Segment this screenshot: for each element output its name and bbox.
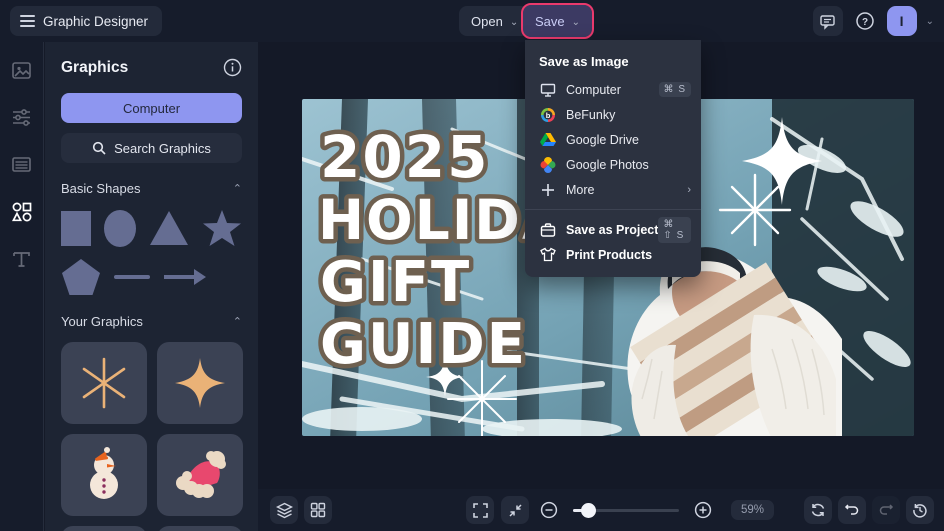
- image-icon: [11, 60, 32, 81]
- svg-text:?: ?: [862, 17, 868, 28]
- tool-rail: [0, 42, 44, 531]
- menu-item-google-drive[interactable]: Google Drive: [525, 127, 701, 152]
- layers-button[interactable]: [270, 496, 298, 524]
- chevron-down-icon: ⌄: [571, 16, 581, 28]
- reset-button[interactable]: [804, 496, 832, 524]
- sidebar-item-templates[interactable]: [11, 154, 32, 175]
- sidebar-item-edit[interactable]: [11, 107, 32, 128]
- chevron-right-icon: ›: [687, 183, 691, 196]
- menu-header: Save as Image: [539, 54, 629, 69]
- graphic-santa-hat[interactable]: [157, 434, 243, 516]
- menu-item-print-products[interactable]: Print Products: [525, 242, 701, 267]
- menu-item-more[interactable]: More ›: [525, 177, 701, 202]
- open-button[interactable]: Open ⌄: [459, 6, 531, 36]
- sliders-icon: [11, 107, 32, 128]
- refresh-icon: [810, 502, 826, 518]
- shape-square[interactable]: [61, 210, 92, 246]
- fullscreen-button[interactable]: [466, 496, 494, 524]
- avatar[interactable]: I: [886, 6, 917, 36]
- shortcut-badge: ⌘ ⇧ S: [658, 216, 691, 243]
- account-chevron-icon[interactable]: ⌄: [926, 16, 934, 27]
- card-lines-icon: [11, 154, 32, 175]
- shape-circle[interactable]: [104, 209, 136, 247]
- graphic-starburst[interactable]: [61, 342, 147, 424]
- tshirt-icon: [539, 246, 556, 263]
- graphic-cocoa-mug[interactable]: [157, 526, 243, 531]
- shape-line[interactable]: [114, 275, 150, 279]
- app-title: Graphic Designer: [43, 13, 149, 29]
- shortcut-badge: ⌘ S: [658, 82, 691, 97]
- zoom-in-button[interactable]: [690, 497, 716, 523]
- comment-icon: [819, 13, 836, 30]
- sidebar-item-image[interactable]: [11, 60, 32, 81]
- redo-button[interactable]: [872, 496, 900, 524]
- menu-item-save-as-project[interactable]: Save as Project ⌘ ⇧ S: [525, 216, 701, 243]
- save-button[interactable]: Save ⌄: [520, 3, 595, 39]
- your-graphics-header[interactable]: Your Graphics ⌃: [61, 314, 242, 329]
- undo-icon: [844, 502, 860, 518]
- shape-triangle[interactable]: [149, 210, 189, 246]
- befunky-icon: b: [539, 106, 556, 123]
- save-dropdown-menu: Save as Image Computer ⌘ S b BeFunky Goo…: [525, 40, 701, 277]
- svg-text:b: b: [545, 111, 550, 120]
- layers-icon: [275, 502, 293, 519]
- menu-item-google-photos[interactable]: Google Photos: [525, 152, 701, 177]
- shape-pentagon[interactable]: [61, 258, 101, 296]
- zoom-out-button[interactable]: [536, 497, 562, 523]
- graphic-designer-app: Graphic Designer Open ⌄ Save ⌄ ? I ⌄ Gra…: [0, 0, 944, 531]
- zoom-slider[interactable]: [573, 502, 679, 518]
- top-bar: Graphic Designer Open ⌄ Save ⌄ ? I ⌄: [0, 0, 944, 42]
- chevron-down-icon: ⌄: [509, 16, 519, 28]
- svg-text:2025: 2025: [320, 123, 489, 191]
- shrink-icon: [508, 503, 523, 518]
- search-icon: [92, 141, 106, 155]
- menu-divider: [525, 209, 701, 210]
- info-icon[interactable]: [223, 58, 242, 77]
- briefcase-icon: [539, 221, 556, 238]
- hamburger-icon: [20, 15, 35, 27]
- pages-button[interactable]: [304, 496, 332, 524]
- feedback-button[interactable]: [812, 6, 843, 36]
- chevron-up-icon: ⌃: [232, 316, 242, 328]
- chevron-up-icon: ⌃: [232, 183, 242, 195]
- expand-icon: [472, 502, 488, 518]
- graphics-panel: Graphics Computer Search Graphics Basic …: [45, 42, 258, 531]
- zoom-level-badge: 59%: [731, 500, 775, 520]
- shape-arrow[interactable]: [163, 268, 207, 286]
- fit-screen-button[interactable]: [501, 496, 529, 524]
- question-icon: ?: [855, 11, 875, 31]
- zoom-slider-handle[interactable]: [581, 502, 596, 518]
- graphic-sparkle[interactable]: [157, 342, 243, 424]
- google-photos-icon: [539, 156, 556, 173]
- grid-icon: [310, 502, 326, 518]
- main-menu-button[interactable]: Graphic Designer: [10, 6, 163, 36]
- redo-icon: [878, 502, 894, 518]
- svg-text:GUIDE: GUIDE: [320, 312, 527, 377]
- graphic-tree[interactable]: [61, 526, 147, 531]
- computer-upload-button[interactable]: Computer: [61, 93, 242, 123]
- plus-icon: [539, 181, 556, 198]
- text-icon: [11, 249, 32, 270]
- shapes-icon: [11, 201, 33, 223]
- bottom-toolbar: 59%: [258, 489, 944, 531]
- undo-button[interactable]: [838, 496, 866, 524]
- svg-text:GIFT: GIFT: [320, 250, 471, 315]
- history-button[interactable]: [906, 496, 934, 524]
- panel-title: Graphics: [61, 58, 129, 76]
- basic-shapes-header[interactable]: Basic Shapes ⌃: [61, 181, 242, 196]
- history-icon: [912, 502, 928, 518]
- menu-item-computer[interactable]: Computer ⌘ S: [525, 77, 701, 102]
- help-button[interactable]: ?: [852, 8, 878, 34]
- search-graphics-button[interactable]: Search Graphics: [61, 133, 242, 163]
- google-drive-icon: [539, 131, 556, 148]
- sidebar-item-text[interactable]: [11, 249, 32, 270]
- graphic-snowman[interactable]: [61, 434, 147, 516]
- menu-item-befunky[interactable]: b BeFunky: [525, 102, 701, 127]
- sidebar-item-graphics[interactable]: [11, 201, 33, 223]
- shape-star[interactable]: [202, 209, 242, 247]
- monitor-icon: [539, 81, 556, 98]
